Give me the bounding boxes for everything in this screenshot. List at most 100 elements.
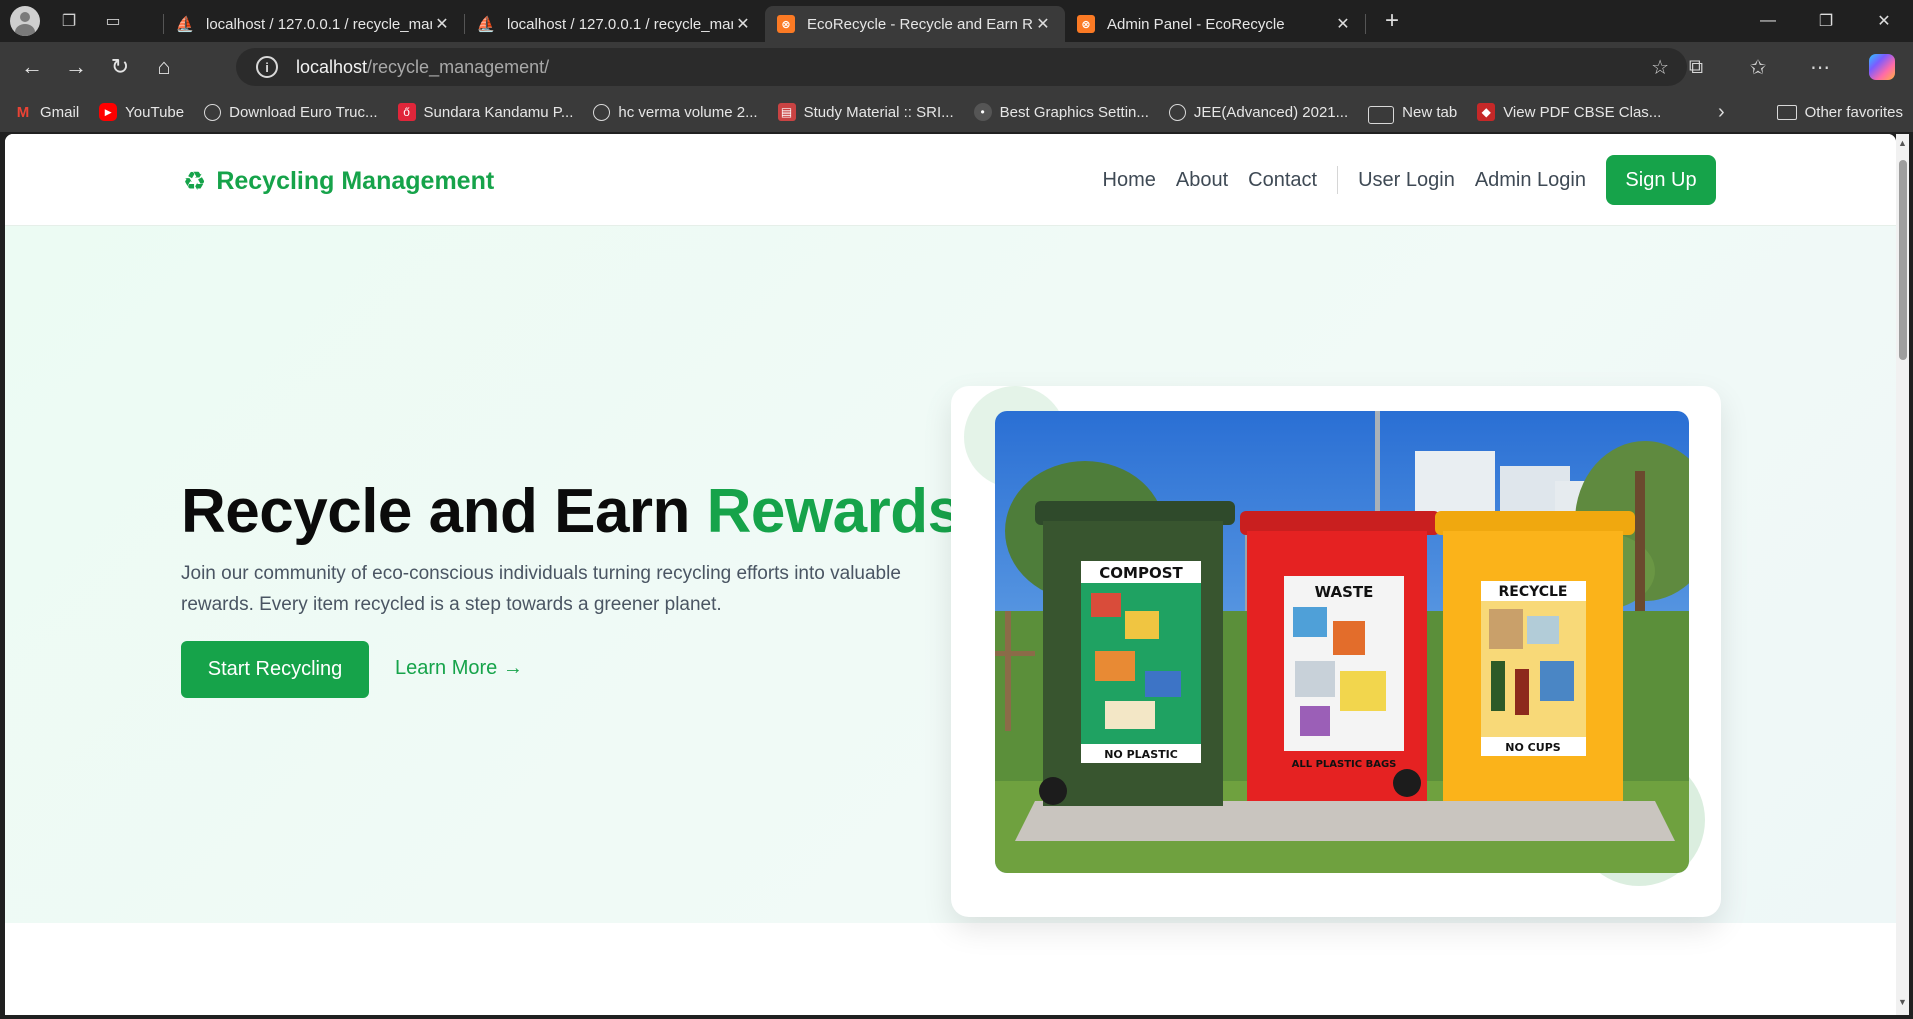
- page-scrollbar[interactable]: ▲ ▼: [1896, 134, 1909, 1015]
- tab-bar-left-controls: ❐ ▭: [0, 6, 163, 36]
- minimize-icon[interactable]: —: [1739, 0, 1797, 42]
- recycle-icon: ♻: [183, 166, 207, 196]
- home-icon[interactable]: ⌂: [142, 49, 186, 85]
- more-menu-icon[interactable]: ⋯: [1789, 55, 1851, 80]
- bookmark-gmail[interactable]: M Gmail: [14, 103, 79, 121]
- bookmark-graphics[interactable]: • Best Graphics Settin...: [973, 103, 1149, 121]
- close-tab-icon[interactable]: ✕: [1033, 14, 1053, 34]
- browser-tab-2[interactable]: ⛵ localhost / 127.0.0.1 / recycle_mar ✕: [465, 6, 765, 42]
- bookmark-label: YouTube: [125, 103, 185, 121]
- scrollbar-thumb[interactable]: [1899, 160, 1907, 360]
- hero-section: Recycle and Earn Rewards Join our commun…: [5, 226, 1896, 923]
- url-path: /recycle_management/: [367, 56, 550, 77]
- address-bar[interactable]: i localhost /recycle_management/ ☆: [236, 48, 1687, 86]
- hero-title-accent: Rewards: [706, 477, 962, 546]
- bookmark-label: Sundara Kandamu P...: [423, 103, 574, 121]
- globe-icon: [204, 103, 222, 121]
- phpmyadmin-icon: ⛵: [476, 16, 496, 33]
- copilot-icon[interactable]: [1851, 54, 1913, 80]
- profile-avatar-icon[interactable]: [10, 6, 40, 36]
- tab-separator: [1365, 14, 1366, 34]
- tab-title: EcoRecycle - Recycle and Earn Rew: [807, 15, 1033, 33]
- no-cups-label: NO CUPS: [1505, 741, 1560, 754]
- hero-title: Recycle and Earn Rewards: [181, 476, 962, 547]
- bookmark-cbse-pdf[interactable]: ◆ View PDF CBSE Clas...: [1477, 103, 1661, 121]
- all-plastic-bags-label: ALL PLASTIC BAGS: [1292, 759, 1397, 770]
- toolbar-right-controls: ⧉ ✩ ⋯: [1665, 42, 1913, 92]
- study-icon: ▤: [777, 103, 796, 121]
- bookmark-study-material[interactable]: ▤ Study Material :: SRI...: [777, 103, 954, 121]
- avatar-icon: •: [973, 103, 992, 121]
- tab-icon: [1368, 106, 1395, 124]
- tab-title: localhost / 127.0.0.1 / recycle_mar: [206, 15, 432, 33]
- recycle-label: RECYCLE: [1498, 584, 1567, 600]
- xampp-icon: ⊗: [1077, 15, 1095, 33]
- bookmarks-bar: M Gmail ▶ YouTube Download Euro Truc... őS…: [0, 92, 1913, 132]
- user-login-link[interactable]: User Login: [1358, 169, 1455, 192]
- scroll-down-arrow-icon[interactable]: ▼: [1896, 997, 1909, 1011]
- restore-icon[interactable]: ❐: [1797, 0, 1855, 42]
- bookmark-label: View PDF CBSE Clas...: [1503, 103, 1662, 121]
- browser-toolbar: ← → ↻ ⌂ i localhost /recycle_management/…: [0, 42, 1913, 92]
- browser-tab-4[interactable]: ⊗ Admin Panel - EcoRecycle ✕: [1065, 6, 1365, 42]
- nav-divider: [1337, 166, 1339, 194]
- youtube-icon: ▶: [99, 103, 118, 121]
- gmail-icon: M: [16, 103, 30, 121]
- scroll-up-arrow-icon[interactable]: ▲: [1896, 138, 1909, 152]
- close-tab-icon[interactable]: ✕: [432, 14, 452, 34]
- bookmark-hc-verma[interactable]: hc verma volume 2...: [593, 103, 758, 121]
- bookmark-label: Gmail: [40, 103, 80, 121]
- hero-image-card: COMPOST NO PLASTIC WASTE ALL PLASTIC BAG…: [951, 386, 1721, 917]
- recycling-bins-photo: COMPOST NO PLASTIC WASTE ALL PLASTIC BAG…: [995, 411, 1689, 873]
- learn-more-link[interactable]: Learn More →: [395, 657, 523, 680]
- bookmark-youtube[interactable]: ▶ YouTube: [99, 103, 184, 121]
- nav-about-link[interactable]: About: [1176, 169, 1228, 192]
- pdf-icon: ◆: [1477, 103, 1496, 121]
- compost-label: COMPOST: [1099, 564, 1183, 582]
- brand[interactable]: ♻ Recycling Management: [183, 166, 494, 197]
- tab-title: localhost / 127.0.0.1 / recycle_mar: [507, 15, 733, 33]
- xampp-icon: ⊗: [777, 15, 795, 33]
- window-controls: — ❐ ✕: [1739, 0, 1913, 42]
- bookmark-jee[interactable]: JEE(Advanced) 2021...: [1168, 103, 1348, 121]
- bookmark-label: Best Graphics Settin...: [999, 103, 1149, 121]
- other-favorites-label: Other favorites: [1804, 103, 1903, 121]
- bookmark-euro-truck[interactable]: Download Euro Truc...: [204, 103, 378, 121]
- phpmyadmin-icon: ⛵: [175, 16, 195, 33]
- bookmarks-overflow-chevron-icon[interactable]: ›: [1718, 101, 1725, 124]
- close-tab-icon[interactable]: ✕: [733, 14, 753, 34]
- other-favorites[interactable]: Other favorites: [1776, 103, 1903, 121]
- close-window-icon[interactable]: ✕: [1855, 0, 1913, 42]
- browser-tab-3-active[interactable]: ⊗ EcoRecycle - Recycle and Earn Rew ✕: [765, 6, 1065, 42]
- back-icon[interactable]: ←: [10, 49, 54, 85]
- site-info-icon[interactable]: i: [256, 56, 278, 78]
- red-app-icon: ő: [397, 103, 416, 121]
- waste-label: WASTE: [1315, 583, 1374, 601]
- forward-icon[interactable]: →: [54, 49, 98, 85]
- admin-login-link[interactable]: Admin Login: [1475, 169, 1586, 192]
- new-tab-button[interactable]: +: [1372, 7, 1412, 35]
- browser-tab-1[interactable]: ⛵ localhost / 127.0.0.1 / recycle_mar ✕: [164, 6, 464, 42]
- bookmark-sundara[interactable]: ő Sundara Kandamu P...: [397, 103, 574, 121]
- start-recycling-button[interactable]: Start Recycling: [181, 641, 369, 698]
- page-viewport: ♻ Recycling Management Home About Contac…: [5, 134, 1896, 1015]
- main-nav: Home About Contact User Login Admin Logi…: [1103, 154, 1896, 206]
- globe-icon: [1168, 103, 1186, 121]
- folder-icon: [1776, 104, 1797, 120]
- vertical-tabs-icon[interactable]: ▭: [98, 6, 128, 36]
- reload-icon[interactable]: ↻: [98, 49, 142, 85]
- sign-up-button[interactable]: Sign Up: [1606, 155, 1716, 205]
- bookmark-label: New tab: [1402, 103, 1458, 121]
- hero-title-main: Recycle and Earn: [181, 477, 707, 546]
- bookmark-label: Download Euro Truc...: [229, 103, 378, 121]
- bookmark-label: hc verma volume 2...: [618, 103, 758, 121]
- nav-contact-link[interactable]: Contact: [1248, 169, 1317, 192]
- close-tab-icon[interactable]: ✕: [1333, 14, 1353, 34]
- extensions-icon[interactable]: ⧉: [1665, 56, 1727, 79]
- favorites-icon[interactable]: ✩: [1727, 55, 1789, 80]
- site-header: ♻ Recycling Management Home About Contac…: [5, 134, 1896, 226]
- workspaces-icon[interactable]: ❐: [54, 6, 84, 36]
- brand-name: Recycling Management: [216, 167, 495, 195]
- bookmark-new-tab[interactable]: New tab: [1368, 100, 1457, 124]
- nav-home-link[interactable]: Home: [1103, 169, 1156, 192]
